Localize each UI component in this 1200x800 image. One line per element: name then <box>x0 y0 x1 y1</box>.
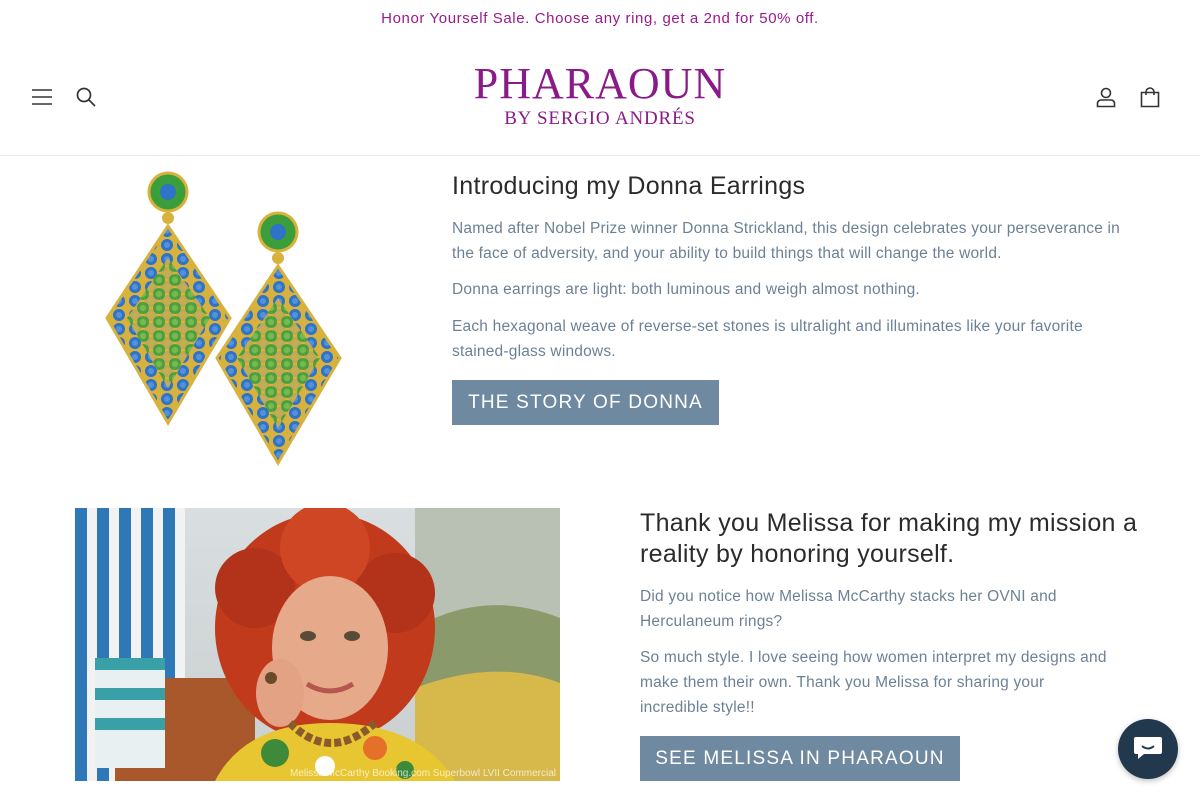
chat-button[interactable] <box>1118 719 1178 779</box>
site-header: PHARAOUN BY SERGIO ANDRÉS <box>0 36 1200 156</box>
donna-title: Introducing my Donna Earrings <box>452 172 806 200</box>
see-melissa-button[interactable]: SEE MELISSA IN PHARAOUN <box>640 736 960 781</box>
donna-paragraph-3: Each hexagonal weave of reverse-set ston… <box>452 318 1083 360</box>
account-icon <box>1095 86 1117 108</box>
melissa-paragraph-2: So much style. I love seeing how women i… <box>640 649 1107 716</box>
melissa-photo-illustration <box>75 508 560 781</box>
donna-earrings-image[interactable] <box>95 168 355 468</box>
donna-paragraph-2: Donna earrings are light: both luminous … <box>452 281 920 298</box>
cart-button[interactable] <box>1128 75 1172 119</box>
menu-button[interactable] <box>20 75 64 119</box>
chat-icon <box>1133 734 1163 765</box>
melissa-title: Thank you Melissa for making my mission … <box>640 509 1138 568</box>
melissa-paragraph-1: Did you notice how Melissa McCarthy stac… <box>640 588 1057 630</box>
announcement-text[interactable]: Honor Yourself Sale. Choose any ring, ge… <box>381 10 819 27</box>
logo-sub-text: BY SERGIO ANDRÉS <box>504 108 696 129</box>
melissa-photo[interactable]: Melissa McCarthy Booking.com Superbowl L… <box>75 508 560 781</box>
cart-icon <box>1139 86 1161 108</box>
logo-main-text: PHARAOUN <box>473 59 727 108</box>
right-earring <box>215 211 342 466</box>
site-logo[interactable]: PHARAOUN BY SERGIO ANDRÉS <box>450 60 750 130</box>
search-button[interactable] <box>64 75 108 119</box>
hamburger-icon <box>31 88 53 106</box>
story-of-donna-button[interactable]: THE STORY OF DONNA <box>452 380 719 425</box>
announcement-bar[interactable]: Honor Yourself Sale. Choose any ring, ge… <box>0 0 1200 36</box>
search-icon <box>75 86 97 108</box>
account-button[interactable] <box>1084 75 1128 119</box>
donna-paragraph-1: Named after Nobel Prize winner Donna Str… <box>452 220 1121 262</box>
photo-caption: Melissa McCarthy Booking.com Superbowl L… <box>289 768 556 779</box>
left-earring <box>105 171 232 426</box>
